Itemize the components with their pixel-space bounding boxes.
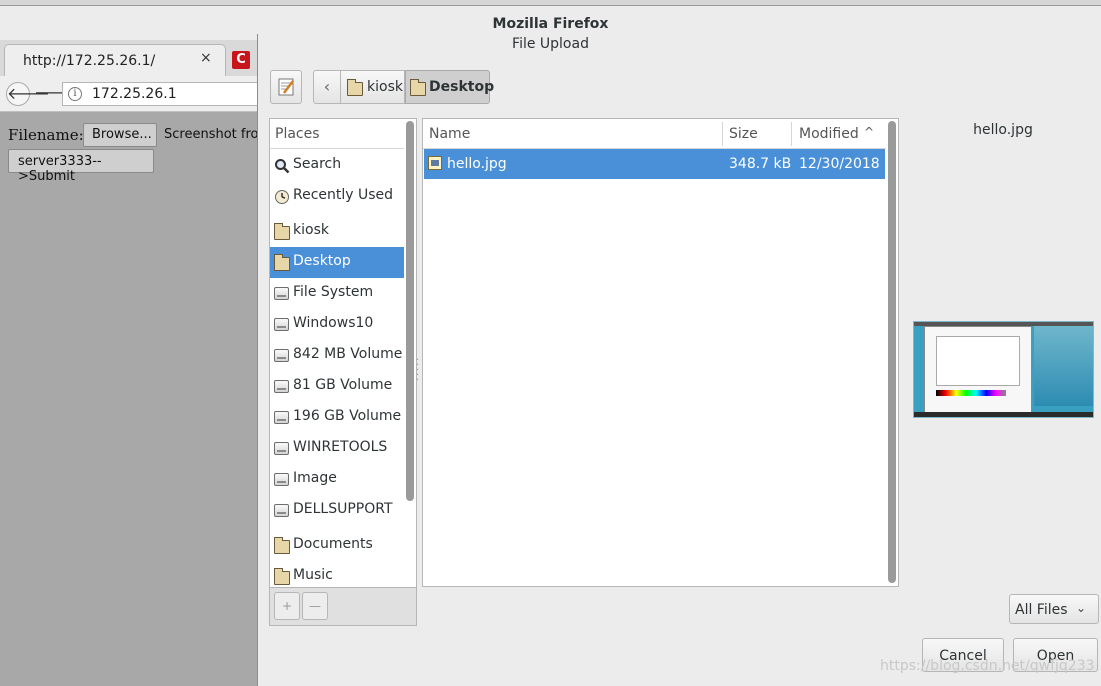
file-size: 348.7 kB (729, 156, 792, 172)
drive-icon (274, 411, 289, 424)
documents-folder-icon (274, 537, 290, 554)
watermark: https://blog.csdn.net/qwfjq233 (880, 658, 1095, 674)
drive-icon (274, 442, 289, 455)
filter-label: All Files (1015, 602, 1068, 618)
preview-thumbnail (913, 321, 1094, 418)
breadcrumb-label: kiosk (367, 79, 403, 95)
places-scrollbar[interactable] (406, 121, 414, 501)
filename-label: Filename: (8, 126, 84, 144)
selected-file-text: Screenshot from (164, 127, 272, 142)
place-desktop[interactable]: Desktop (270, 247, 404, 278)
place-label: 81 GB Volume (293, 377, 393, 393)
drive-icon (274, 287, 289, 300)
place-music[interactable]: Music (270, 561, 404, 588)
place-label: Windows10 (293, 315, 374, 331)
edit-icon (278, 78, 294, 96)
search-icon (274, 158, 290, 178)
place-81gb-volume[interactable]: 81 GB Volume (270, 371, 404, 402)
desktop-folder-icon (274, 254, 290, 271)
column-name[interactable]: Name (429, 126, 470, 142)
home-folder-icon (347, 79, 363, 96)
forward-arrow-icon[interactable]: 🡒 (34, 82, 77, 106)
column-divider (791, 122, 792, 146)
remove-bookmark-button[interactable]: — (302, 592, 328, 620)
place-documents[interactable]: Documents (270, 530, 404, 561)
file-row[interactable]: hello.jpg 348.7 kB 12/30/2018 (424, 149, 885, 179)
pane-resize-handle[interactable]: · · · · · (416, 356, 420, 388)
file-list: Name Size Modified ^ hello.jpg 348.7 kB … (422, 118, 899, 587)
chevron-down-icon: ⌄ (1076, 601, 1087, 615)
place-kiosk[interactable]: kiosk (270, 216, 404, 247)
home-folder-icon (274, 223, 290, 240)
file-list-scrollbar[interactable] (888, 121, 896, 583)
sort-ascending-icon: ^ (864, 125, 875, 139)
window-title: Mozilla Firefox (492, 16, 609, 32)
web-page (0, 113, 258, 686)
tab-title: http://172.25.26.1/ (23, 53, 156, 69)
drive-icon (274, 473, 289, 486)
url-text: 172.25.26.1 (92, 86, 177, 102)
place-label: 842 MB Volume (293, 346, 403, 362)
place-dellsupport[interactable]: DELLSUPPORT (270, 495, 404, 526)
place-label: WINRETOOLS (293, 439, 388, 455)
place-label: DELLSUPPORT (293, 501, 393, 517)
place-image[interactable]: Image (270, 464, 404, 495)
place-file-system[interactable]: File System (270, 278, 404, 309)
site-info-icon[interactable]: i (68, 87, 82, 101)
image-file-icon (428, 156, 442, 170)
close-tab-icon[interactable]: × (200, 50, 212, 66)
drive-icon (274, 504, 289, 517)
place-label: Music (293, 567, 333, 583)
place-winretools[interactable]: WINRETOOLS (270, 433, 404, 464)
place-842mb-volume[interactable]: 842 MB Volume (270, 340, 404, 371)
preview-filename: hello.jpg (973, 122, 1033, 138)
submit-button[interactable]: server3333-->Submit (8, 149, 154, 184)
path-back-button[interactable]: ‹ (313, 70, 341, 104)
place-search[interactable]: Search (270, 150, 404, 181)
place-196gb-volume[interactable]: 196 GB Volume (270, 402, 404, 433)
places-sidebar: Places Search Recently Used kiosk Deskto… (269, 118, 417, 588)
extension-icon[interactable]: C (232, 51, 250, 69)
file-modified: 12/30/2018 (799, 156, 880, 172)
place-windows10[interactable]: Windows10 (270, 309, 404, 340)
browse-button[interactable]: Browse... (83, 123, 157, 147)
place-label: Desktop (293, 253, 351, 269)
place-label: 196 GB Volume (293, 408, 402, 424)
place-label: Image (293, 470, 337, 486)
file-name: hello.jpg (447, 156, 507, 172)
file-list-header: Name Size Modified ^ (423, 119, 886, 149)
place-label: Recently Used (293, 187, 394, 203)
type-location-button[interactable] (270, 70, 302, 104)
place-label: kiosk (293, 222, 329, 238)
desktop-folder-icon (410, 79, 426, 96)
place-label: File System (293, 284, 374, 300)
url-bar[interactable]: 172.25.26.1 (62, 82, 262, 106)
breadcrumb-label: Desktop (429, 79, 495, 95)
drive-icon (274, 380, 289, 393)
dialog-title: File Upload (512, 36, 589, 52)
back-arrow-icon[interactable]: 🡐 (6, 82, 50, 106)
music-folder-icon (274, 568, 290, 585)
breadcrumb-kiosk[interactable]: kiosk (340, 70, 405, 104)
place-recently-used[interactable]: Recently Used (270, 181, 404, 212)
column-size[interactable]: Size (729, 126, 758, 142)
recent-icon (274, 189, 290, 209)
drive-icon (274, 349, 289, 362)
place-label: Documents (293, 536, 373, 552)
column-divider (722, 122, 723, 146)
add-bookmark-button[interactable]: + (274, 592, 300, 620)
column-modified[interactable]: Modified (799, 126, 859, 142)
drive-icon (274, 318, 289, 331)
place-label: Search (293, 156, 342, 172)
breadcrumb-desktop[interactable]: Desktop (405, 70, 494, 104)
places-header: Places (270, 119, 404, 149)
